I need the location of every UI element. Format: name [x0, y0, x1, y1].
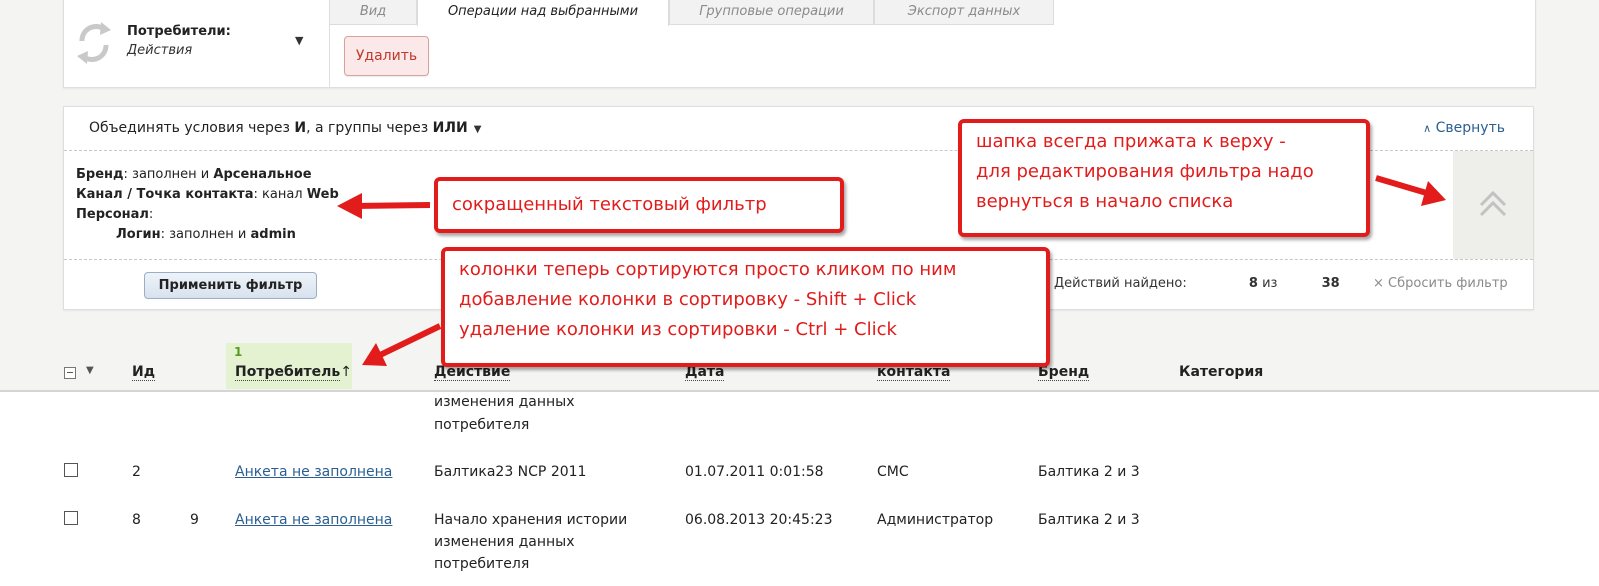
collapse-link[interactable]: ∧ Свернуть — [1423, 120, 1505, 136]
contact-cell: СМС — [877, 464, 909, 480]
reset-filter-link[interactable]: × Сбросить фильтр — [1373, 276, 1508, 291]
row-checkbox[interactable] — [64, 511, 78, 525]
callout-line: шапка всегда прижата к верху - — [976, 131, 1286, 152]
double-chevron-up-icon[interactable] — [1473, 185, 1513, 221]
callout-sticky-header: шапка всегда прижата к верху - для редак… — [958, 119, 1370, 237]
id-cell-fragment: 9 — [190, 512, 199, 528]
collapse-label: Свернуть — [1435, 120, 1505, 136]
date-cell: 06.08.2013 20:45:23 — [685, 512, 833, 528]
column-header-category[interactable]: Категория — [1179, 364, 1263, 380]
id-cell: 8 — [132, 512, 141, 528]
row-checkbox[interactable] — [64, 463, 78, 477]
consumer-link[interactable]: Анкета не заполнена — [235, 461, 392, 483]
tab-export[interactable]: Экспорт данных — [874, 0, 1054, 25]
combine-mid: , а группы через — [306, 120, 433, 136]
condition-value: Web — [306, 187, 339, 202]
action-cell: Начало хранения истории — [434, 512, 628, 528]
filter-condition-brand: Бренд: заполнен и Арсенальное — [76, 165, 339, 185]
results-count: Действий найдено: 8 из 38 — [1054, 276, 1340, 291]
condition-text: : — [148, 207, 154, 222]
found-of: из — [1257, 276, 1282, 291]
combine-mode-selector[interactable]: Объединять условия через И, а группы чер… — [89, 120, 481, 136]
callout-column-sorting: колонки теперь сортируются просто кликом… — [441, 247, 1050, 367]
table-body — [0, 392, 1599, 586]
chevron-down-icon[interactable]: ▼ — [86, 365, 94, 376]
top-panel: Потребители: Действия ▼ Вид Операции над… — [63, 0, 1536, 88]
callout-line: колонки теперь сортируются просто кликом… — [459, 259, 957, 280]
condition-value: admin — [250, 227, 296, 242]
filter-condition-staff: Персонал: — [76, 205, 339, 225]
sticky-header-border — [0, 390, 1599, 392]
callout-line: удаление колонки из сортировки - Ctrl + … — [459, 319, 897, 340]
sort-asc-icon: ↑ — [340, 364, 353, 380]
chevron-up-icon: ∧ — [1423, 122, 1432, 135]
condition-text: : заполнен и — [160, 227, 251, 242]
condition-label: Логин — [116, 227, 161, 242]
combine-or: ИЛИ — [432, 120, 468, 136]
action-cell: изменения данных — [434, 394, 575, 410]
date-cell: 01.07.2011 0:01:58 — [685, 464, 824, 480]
contact-cell: Администратор — [877, 512, 994, 528]
select-all-checkbox[interactable] — [64, 367, 76, 379]
condition-value: Арсенальное — [213, 167, 312, 182]
action-cell: Балтика23 NCP 2011 — [434, 464, 587, 480]
callout-short-filter: сокращенный текстовый фильтр — [434, 177, 844, 233]
arrow-to-column-icon — [374, 323, 442, 360]
apply-filter-button[interactable]: Применить фильтр — [144, 272, 317, 299]
consumer-link[interactable]: Анкета не заполнена — [235, 509, 392, 531]
combine-and: И — [294, 120, 307, 136]
found-total: 38 — [1321, 276, 1340, 291]
column-header-label: Потребитель — [235, 364, 341, 381]
found-count: 8 — [1248, 276, 1258, 291]
module-subtitle: Действия — [127, 43, 193, 58]
filter-condition-login: Логин: заполнен и admin — [76, 225, 339, 245]
found-prefix: Действий найдено: — [1054, 276, 1191, 291]
column-header-consumer[interactable]: Потребитель↑ — [235, 364, 353, 381]
column-header-id[interactable]: Ид — [132, 364, 156, 381]
tab-selected-operations[interactable]: Операции над выбранными — [417, 0, 669, 26]
module-title: Потребители: — [127, 24, 231, 39]
condition-label: Персонал — [76, 207, 149, 222]
callout-line: вернуться в начало списка — [976, 191, 1234, 212]
brand-cell: Балтика 2 и 3 — [1038, 512, 1140, 528]
tab-group-operations[interactable]: Групповые операции — [669, 0, 874, 25]
callout-line: для редактирования фильтра надо — [976, 161, 1314, 182]
combine-prefix: Объединять условия через — [89, 120, 295, 136]
delete-button[interactable]: Удалить — [344, 36, 429, 76]
action-cell: потребителя — [434, 417, 530, 433]
id-cell: 2 — [132, 464, 141, 480]
short-text-filter[interactable]: Бренд: заполнен и Арсенальное Канал / То… — [76, 165, 339, 245]
chevron-down-icon: ▼ — [473, 124, 482, 135]
condition-label: Канал / Точка контакта — [76, 187, 254, 202]
arrowhead-icon — [362, 343, 387, 366]
module-selector[interactable]: Потребители: Действия ▼ — [64, 0, 330, 87]
condition-label: Бренд — [76, 167, 124, 182]
brand-cell: Балтика 2 и 3 — [1038, 464, 1140, 480]
sort-order-badge: 1 — [234, 345, 243, 359]
condition-text: : канал — [253, 187, 307, 202]
chevron-down-icon[interactable]: ▼ — [295, 34, 303, 47]
action-cell: потребителя — [434, 556, 530, 572]
condition-text: : заполнен и — [123, 167, 214, 182]
action-cell: изменения данных — [434, 534, 575, 550]
tab-view[interactable]: Вид — [329, 0, 417, 25]
filter-condition-channel: Канал / Точка контакта: канал Web — [76, 185, 339, 205]
refresh-arrows-icon — [77, 22, 111, 64]
callout-line: добавление колонки в сортировку - Shift … — [459, 289, 917, 310]
